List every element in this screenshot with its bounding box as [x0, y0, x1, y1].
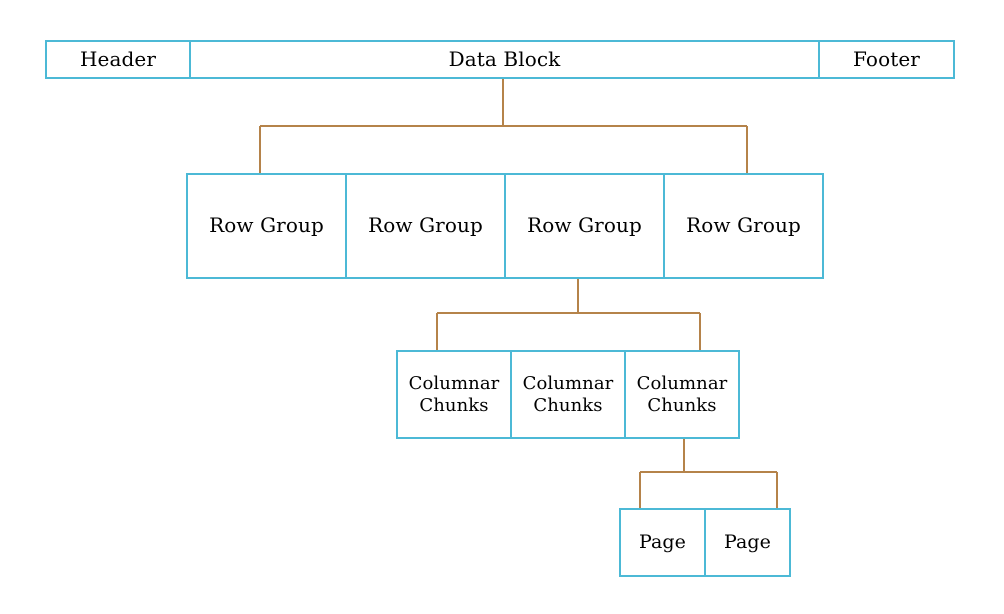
node-columnar-chunk-3-line2: Chunks	[647, 394, 717, 416]
node-footer[interactable]: Footer	[818, 40, 955, 79]
node-row-group-2[interactable]: Row Group	[345, 173, 506, 279]
node-page-1[interactable]: Page	[619, 508, 706, 577]
columnar-chunks-row: Columnar Chunks Columnar Chunks Columnar…	[396, 350, 740, 439]
node-columnar-chunk-2[interactable]: Columnar Chunks	[510, 350, 626, 439]
connector-layer	[259, 79, 778, 508]
edge-columnar-chunk-to-pages	[639, 439, 778, 508]
edge-data-block-to-row-groups	[259, 79, 748, 173]
node-page-2[interactable]: Page	[704, 508, 791, 577]
node-columnar-chunk-1[interactable]: Columnar Chunks	[396, 350, 512, 439]
node-columnar-chunk-3[interactable]: Columnar Chunks	[624, 350, 740, 439]
node-row-group-1[interactable]: Row Group	[186, 173, 347, 279]
node-row-group-4[interactable]: Row Group	[663, 173, 824, 279]
node-columnar-chunk-2-line1: Columnar	[522, 373, 614, 395]
node-row-group-3[interactable]: Row Group	[504, 173, 665, 279]
node-columnar-chunk-3-line1: Columnar	[636, 373, 728, 395]
node-data-block[interactable]: Data Block	[189, 40, 820, 79]
file-layout-row: Header Data Block Footer	[45, 40, 955, 79]
pages-row: Page Page	[619, 508, 791, 577]
node-header[interactable]: Header	[45, 40, 191, 79]
row-groups-row: Row Group Row Group Row Group Row Group	[186, 173, 824, 279]
edge-row-group-to-columnar-chunks	[436, 279, 701, 350]
node-columnar-chunk-2-line2: Chunks	[533, 394, 603, 416]
diagram-canvas: Header Data Block Footer Row Group Row G…	[0, 0, 1004, 614]
node-columnar-chunk-1-line1: Columnar	[408, 373, 500, 395]
node-columnar-chunk-1-line2: Chunks	[419, 394, 489, 416]
